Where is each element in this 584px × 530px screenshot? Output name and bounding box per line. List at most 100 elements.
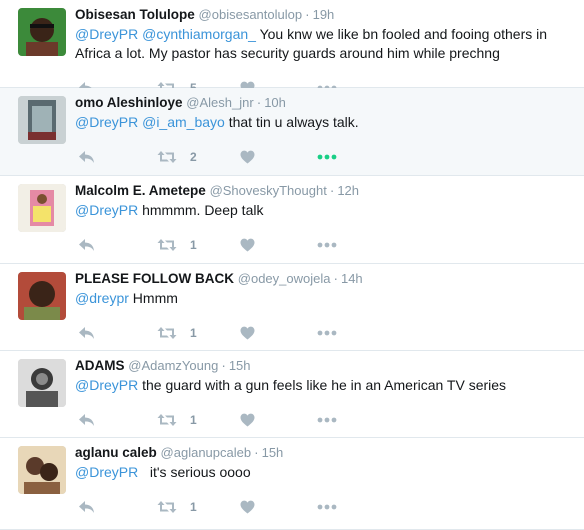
timestamp[interactable]: 19h (313, 7, 335, 22)
timestamp[interactable]: 15h (262, 445, 284, 460)
tweet-text-segment: the guard with a gun feels like he in an… (138, 377, 507, 393)
mention-link[interactable]: @i_am_bayo (142, 114, 225, 130)
separator-dot: · (333, 271, 338, 286)
tweet-text-segment: it's serious oooo (138, 464, 251, 480)
like-icon (240, 326, 255, 340)
tweet[interactable]: aglanu caleb @aglanupcaleb · 15h @DreyPR it… (0, 438, 584, 530)
like-button[interactable] (240, 147, 255, 167)
retweet-icon (157, 500, 177, 514)
retweet-icon (157, 413, 177, 427)
tweet-text-segment: that tin u always talk. (224, 114, 359, 130)
reply-button[interactable] (78, 323, 95, 343)
fullname[interactable]: Obisesan Tolulope (75, 7, 195, 22)
like-icon (240, 413, 255, 427)
mention-link[interactable]: @DreyPR (75, 377, 138, 393)
username[interactable]: @aglanupcaleb (161, 445, 252, 460)
username[interactable]: @ShoveskyThought (210, 183, 327, 198)
fullname[interactable]: omo Aleshinloye (75, 95, 183, 110)
tweet-text: @DreyPR it's serious oooo (75, 463, 578, 482)
username[interactable]: @odey_owojela (238, 271, 331, 286)
reply-button[interactable] (78, 147, 95, 167)
timestamp[interactable]: 15h (229, 358, 251, 373)
reply-icon (78, 150, 95, 164)
mention-link[interactable]: @DreyPR (75, 114, 138, 130)
retweet-icon (157, 238, 177, 252)
mention-link[interactable]: @DreyPR (75, 464, 138, 480)
tweet[interactable]: omo Aleshinloye @Alesh_jnr · 10h @DreyPR @i… (0, 88, 584, 176)
tweet[interactable]: PLEASE FOLLOW BACK @odey_owojela · 14h @dre… (0, 264, 584, 351)
tweet[interactable]: ADAMS @AdamzYoung · 15h @DreyPR the guard w… (0, 351, 584, 438)
separator-dot: · (329, 183, 335, 198)
reply-button[interactable] (78, 410, 95, 430)
username[interactable]: @obisesantolulop (199, 7, 303, 22)
tweet[interactable]: Obisesan Tolulope @obisesantolulop · 19h @D… (0, 0, 584, 95)
retweet-button[interactable]: 2 (157, 147, 197, 167)
retweet-button[interactable]: 1 (157, 323, 197, 343)
mention-link[interactable]: @DreyPR (75, 202, 138, 218)
more-button[interactable] (317, 235, 337, 255)
fullname[interactable]: Malcolm E. Ametepe (75, 183, 206, 198)
retweet-icon (157, 150, 177, 164)
mention-link[interactable]: @cynthiamorgan_ (142, 26, 256, 42)
tweet-header: Obisesan Tolulope @obisesantolulop · 19h (75, 6, 578, 24)
more-button[interactable] (317, 323, 337, 343)
more-icon (317, 242, 337, 248)
tweet-header: aglanu caleb @aglanupcaleb · 15h (75, 444, 578, 462)
fullname[interactable]: PLEASE FOLLOW BACK (75, 271, 234, 286)
fullname[interactable]: aglanu caleb (75, 445, 157, 460)
avatar[interactable] (18, 272, 66, 320)
like-button[interactable] (240, 235, 255, 255)
username[interactable]: @AdamzYoung (128, 358, 218, 373)
reply-icon (78, 500, 95, 514)
username[interactable]: @Alesh_jnr (186, 95, 253, 110)
reply-icon (78, 413, 95, 427)
avatar[interactable] (18, 96, 66, 144)
tweet-text-segment: Hmmm (128, 290, 178, 306)
like-icon (240, 500, 255, 514)
fullname[interactable]: ADAMS (75, 358, 125, 373)
tweet-header: ADAMS @AdamzYoung · 15h (75, 357, 578, 375)
separator-dot: · (254, 445, 259, 460)
reply-button[interactable] (78, 235, 95, 255)
mention-link[interactable]: @dreypr (75, 290, 129, 306)
separator-dot: · (305, 7, 310, 22)
timestamp[interactable]: 14h (341, 271, 363, 286)
tweet-header: Malcolm E. Ametepe @ShoveskyThought · 12h (75, 182, 578, 200)
retweet-button[interactable]: 1 (157, 497, 197, 517)
more-icon (317, 330, 337, 336)
more-icon (317, 154, 337, 160)
tweet-text: @DreyPR hmmmm. Deep talk (75, 201, 578, 220)
retweet-button[interactable]: 1 (157, 410, 197, 430)
tweet-text: @DreyPR the guard with a gun feels like … (75, 376, 578, 395)
reply-button[interactable] (78, 497, 95, 517)
avatar[interactable] (18, 8, 66, 56)
retweet-count: 1 (190, 326, 197, 340)
separator-dot: · (221, 358, 226, 373)
timestamp[interactable]: 12h (337, 183, 359, 198)
tweet[interactable]: Malcolm E. Ametepe @ShoveskyThought · 12h @… (0, 176, 584, 264)
retweet-count: 2 (190, 150, 197, 164)
tweet-header: omo Aleshinloye @Alesh_jnr · 10h (75, 94, 578, 112)
avatar[interactable] (18, 184, 66, 232)
retweet-count: 1 (190, 413, 197, 427)
reply-icon (78, 238, 95, 252)
tweet-header: PLEASE FOLLOW BACK @odey_owojela · 14h (75, 270, 578, 288)
separator-dot: · (256, 95, 262, 110)
tweet-timeline: Obisesan Tolulope @obisesantolulop · 19h @D… (0, 0, 584, 530)
retweet-button[interactable]: 1 (157, 235, 197, 255)
more-icon (317, 504, 337, 510)
like-icon (240, 238, 255, 252)
more-icon (317, 417, 337, 423)
more-button[interactable] (317, 497, 337, 517)
mention-link[interactable]: @DreyPR (75, 26, 138, 42)
more-button[interactable] (317, 147, 337, 167)
avatar[interactable] (18, 359, 66, 407)
timestamp[interactable]: 10h (264, 95, 286, 110)
more-button[interactable] (317, 410, 337, 430)
like-button[interactable] (240, 323, 255, 343)
tweet-text: @DreyPR @cynthiamorgan_ You knw we like … (75, 25, 578, 63)
like-button[interactable] (240, 410, 255, 430)
retweet-count: 1 (190, 238, 197, 252)
avatar[interactable] (18, 446, 66, 494)
like-button[interactable] (240, 497, 255, 517)
